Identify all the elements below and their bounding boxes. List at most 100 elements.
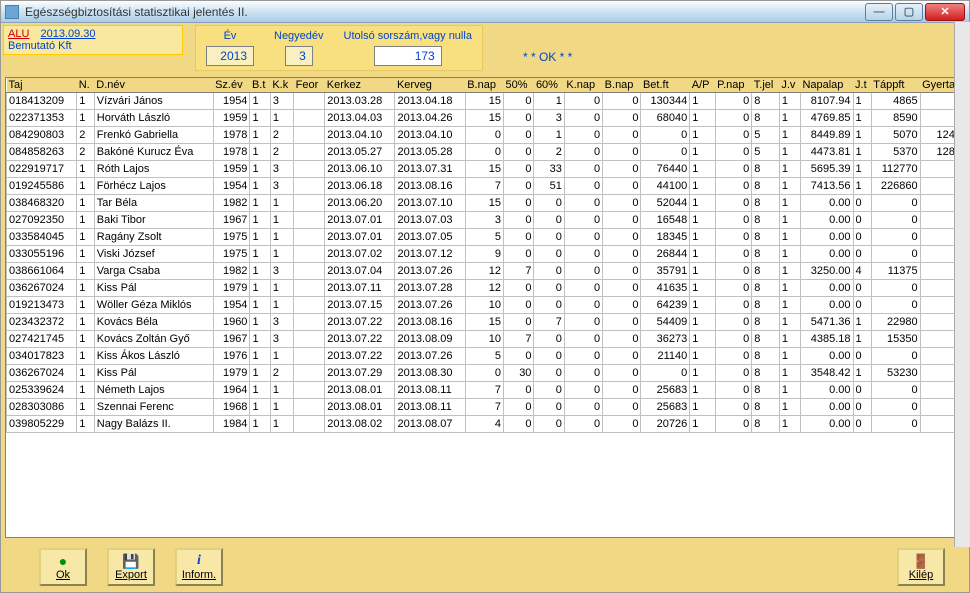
cell[interactable]: 0 [853, 229, 871, 246]
cell[interactable]: 2013.07.11 [325, 280, 395, 297]
cell[interactable]: 3 [270, 161, 293, 178]
cell[interactable]: 1 [853, 178, 871, 195]
cell[interactable]: 1954 [213, 178, 250, 195]
cell[interactable]: 2013.06.10 [325, 161, 395, 178]
table-row[interactable]: 0274217451Kovács Zoltán Győ1967132013.07… [7, 331, 964, 348]
cell[interactable]: 0 [715, 382, 752, 399]
cell[interactable]: 0 [504, 314, 534, 331]
cell[interactable]: 1 [250, 263, 270, 280]
cell[interactable] [294, 365, 325, 382]
cell[interactable]: 1 [77, 399, 95, 416]
cell[interactable]: 0 [564, 195, 602, 212]
cell[interactable]: 1 [270, 382, 293, 399]
cell[interactable]: 2013.08.02 [325, 416, 395, 433]
cell[interactable]: 0 [504, 399, 534, 416]
cell[interactable]: 0 [871, 399, 920, 416]
cell[interactable]: 18345 [641, 229, 690, 246]
cell[interactable] [294, 399, 325, 416]
cell[interactable]: 0.00 [800, 229, 853, 246]
cell[interactable]: 0 [564, 212, 602, 229]
cell[interactable]: 0.00 [800, 280, 853, 297]
cell[interactable] [294, 110, 325, 127]
cell[interactable]: 0 [603, 314, 641, 331]
cell[interactable]: 1 [250, 382, 270, 399]
cell[interactable]: 1 [853, 127, 871, 144]
table-row[interactable]: 0253396241Németh Lajos1964112013.08.0120… [7, 382, 964, 399]
cell[interactable]: 019213473 [7, 297, 77, 314]
cell[interactable]: 1976 [213, 348, 250, 365]
cell[interactable]: Frenkó Gabriella [94, 127, 213, 144]
cell[interactable]: 1 [779, 110, 800, 127]
ok-button[interactable]: ● Ok [39, 548, 87, 586]
maximize-button[interactable]: ▢ [895, 3, 923, 21]
cell[interactable]: 10 [465, 331, 503, 348]
cell[interactable]: 0 [871, 416, 920, 433]
cell[interactable]: 1 [779, 93, 800, 110]
cell[interactable]: 1975 [213, 246, 250, 263]
cell[interactable]: 0 [853, 297, 871, 314]
cell[interactable]: 0 [564, 93, 602, 110]
cell[interactable]: 8590 [871, 110, 920, 127]
cell[interactable]: 1 [779, 331, 800, 348]
cell[interactable]: 5070 [871, 127, 920, 144]
cell[interactable]: 1 [690, 416, 715, 433]
negyed-input[interactable] [285, 46, 313, 66]
cell[interactable]: 1 [77, 212, 95, 229]
cell[interactable]: 0 [871, 297, 920, 314]
cell[interactable]: 0 [564, 280, 602, 297]
cell[interactable]: 2013.07.22 [325, 348, 395, 365]
cell[interactable]: 15 [465, 314, 503, 331]
cell[interactable]: 0 [715, 280, 752, 297]
cell[interactable]: 5 [752, 144, 780, 161]
cell[interactable]: 0 [564, 382, 602, 399]
cell[interactable]: 018413209 [7, 93, 77, 110]
cell[interactable]: 0.00 [800, 212, 853, 229]
cell[interactable]: 2013.07.01 [325, 229, 395, 246]
cell[interactable]: Förhécz Lajos [94, 178, 213, 195]
cell[interactable]: 1 [779, 195, 800, 212]
cell[interactable] [294, 348, 325, 365]
cell[interactable]: 1 [270, 229, 293, 246]
cell[interactable]: 0 [564, 314, 602, 331]
cell[interactable]: 21140 [641, 348, 690, 365]
cell[interactable]: 1 [250, 399, 270, 416]
cell[interactable]: Bakóné Kurucz Éva [94, 144, 213, 161]
cell[interactable]: 2013.08.30 [395, 365, 465, 382]
cell[interactable]: 5471.36 [800, 314, 853, 331]
cell[interactable]: 0 [534, 348, 564, 365]
vertical-scrollbar[interactable] [954, 22, 970, 547]
cell[interactable]: 0 [504, 416, 534, 433]
cell[interactable]: 0 [504, 178, 534, 195]
cell[interactable]: 0 [465, 144, 503, 161]
cell[interactable]: 1 [690, 161, 715, 178]
cell[interactable]: 1979 [213, 280, 250, 297]
cell[interactable]: 0 [534, 297, 564, 314]
cell[interactable]: Nagy Balázs II. [94, 416, 213, 433]
cell[interactable]: 1 [690, 110, 715, 127]
cell[interactable]: 1 [77, 263, 95, 280]
cell[interactable]: 1 [77, 280, 95, 297]
cell[interactable]: 1 [690, 127, 715, 144]
cell[interactable]: 12 [465, 263, 503, 280]
cell[interactable]: 5 [465, 229, 503, 246]
cell[interactable]: 0 [871, 382, 920, 399]
cell[interactable]: 1 [779, 263, 800, 280]
cell[interactable]: 2013.07.15 [325, 297, 395, 314]
cell[interactable]: 2013.03.28 [325, 93, 395, 110]
cell[interactable]: 0 [534, 229, 564, 246]
cell[interactable]: 1 [690, 314, 715, 331]
cell[interactable]: 0 [564, 178, 602, 195]
cell[interactable]: 53230 [871, 365, 920, 382]
cell[interactable]: 0 [853, 195, 871, 212]
cell[interactable]: 16548 [641, 212, 690, 229]
cell[interactable]: 15 [465, 161, 503, 178]
cell[interactable]: 1 [779, 246, 800, 263]
cell[interactable]: 039805229 [7, 416, 77, 433]
cell[interactable]: 1 [250, 144, 270, 161]
cell[interactable]: 0 [715, 331, 752, 348]
table-row[interactable]: 0192455861Förhécz Lajos1954132013.06.182… [7, 178, 964, 195]
cell[interactable]: 1954 [213, 93, 250, 110]
cell[interactable] [294, 297, 325, 314]
cell[interactable]: 0 [715, 246, 752, 263]
cell[interactable]: 2 [534, 144, 564, 161]
